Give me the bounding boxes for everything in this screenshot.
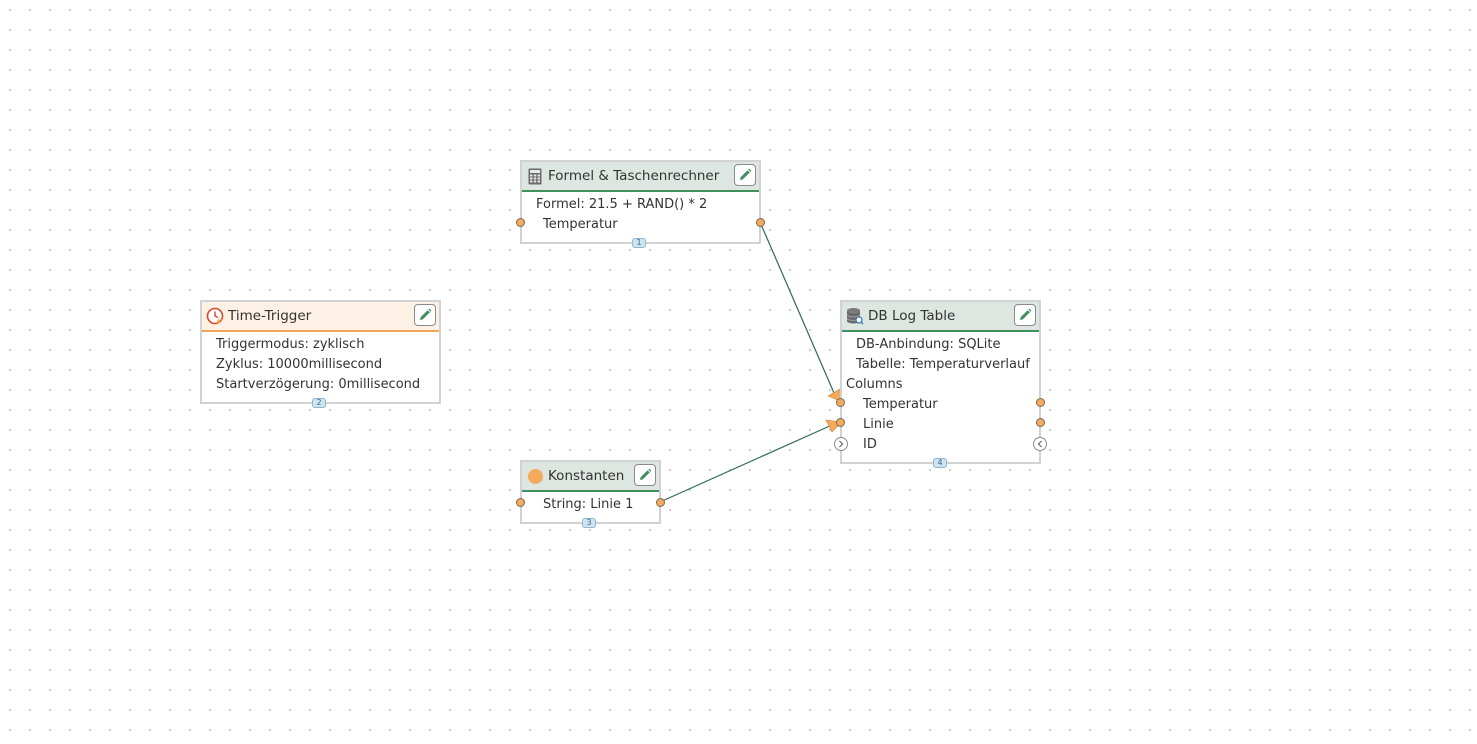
node-number-badge: 1 — [632, 238, 646, 248]
link-formel-to-db-temperatur[interactable] — [759, 221, 835, 394]
input-port-linie[interactable] — [836, 418, 845, 427]
pencil-icon — [640, 468, 652, 480]
input-port[interactable] — [516, 218, 525, 227]
input-port-id[interactable] — [834, 437, 848, 451]
edit-node-button[interactable] — [1014, 304, 1036, 326]
node-title: Formel & Taschenrechner — [548, 168, 720, 184]
node-header[interactable]: DB Log Table — [842, 302, 1039, 332]
edit-node-button[interactable] — [414, 304, 436, 326]
formula-text: Formel: 21.5 + RAND() * 2 — [536, 197, 708, 212]
pencil-icon — [1020, 308, 1032, 320]
input-port[interactable] — [516, 498, 525, 507]
node-header[interactable]: Formel & Taschenrechner — [522, 162, 759, 192]
column-temperatur: Temperatur — [863, 397, 938, 412]
output-label-temperatur: Temperatur — [543, 217, 618, 232]
constant-circle-icon — [526, 467, 544, 485]
output-port-temperatur[interactable] — [756, 218, 765, 227]
node-number-badge: 4 — [933, 458, 947, 468]
link-konstanten-to-db-linie[interactable] — [659, 424, 833, 503]
output-port-linie[interactable] — [1036, 418, 1045, 427]
node-formel-taschenrechner[interactable]: Formel & Taschenrechner Formel: 21.5 + R… — [516, 160, 765, 248]
pencil-icon — [420, 308, 432, 320]
edit-node-button[interactable] — [734, 164, 756, 186]
chevron-right-icon — [839, 440, 844, 448]
edit-node-button[interactable] — [634, 464, 656, 486]
column-id: ID — [863, 437, 877, 452]
db-anbindung-text: DB-Anbindung: SQLite — [856, 337, 1001, 352]
node-db-log-table[interactable]: DB Log Table DB-Anbindung: SQLite Tabell… — [834, 300, 1047, 468]
node-konstanten[interactable]: Konstanten String: Linie 1 3 — [516, 460, 665, 528]
node-title: Time-Trigger — [228, 308, 312, 324]
output-port-string[interactable] — [656, 498, 665, 507]
node-time-trigger[interactable]: Time-Trigger Triggermodus: zyklisch Zykl… — [200, 300, 441, 408]
database-icon — [846, 307, 864, 325]
startverzoegerung-text: Startverzögerung: 0millisecond — [216, 377, 421, 392]
pencil-icon — [740, 168, 752, 180]
zyklus-text: Zyklus: 10000millisecond — [216, 357, 383, 372]
chevron-left-icon — [1037, 440, 1042, 448]
output-port-id[interactable] — [1033, 437, 1047, 451]
columns-heading: Columns — [846, 377, 903, 392]
node-header[interactable]: Time-Trigger — [202, 302, 439, 332]
output-port-temperatur[interactable] — [1036, 398, 1045, 407]
column-linie: Linie — [863, 417, 894, 432]
flow-canvas[interactable]: Formel & Taschenrechner Formel: 21.5 + R… — [0, 0, 1477, 744]
node-header[interactable]: Konstanten — [522, 462, 659, 492]
calculator-icon — [526, 167, 544, 185]
node-number-badge: 2 — [312, 398, 326, 408]
node-title: DB Log Table — [868, 308, 956, 324]
clock-icon — [206, 307, 224, 325]
node-number-badge: 3 — [582, 518, 596, 528]
tabelle-text: Tabelle: Temperaturverlauf — [856, 357, 1030, 372]
triggermodus-text: Triggermodus: zyklisch — [216, 337, 365, 352]
string-value-text: String: Linie 1 — [543, 497, 634, 512]
input-port-temperatur[interactable] — [836, 398, 845, 407]
node-title: Konstanten — [548, 468, 625, 484]
